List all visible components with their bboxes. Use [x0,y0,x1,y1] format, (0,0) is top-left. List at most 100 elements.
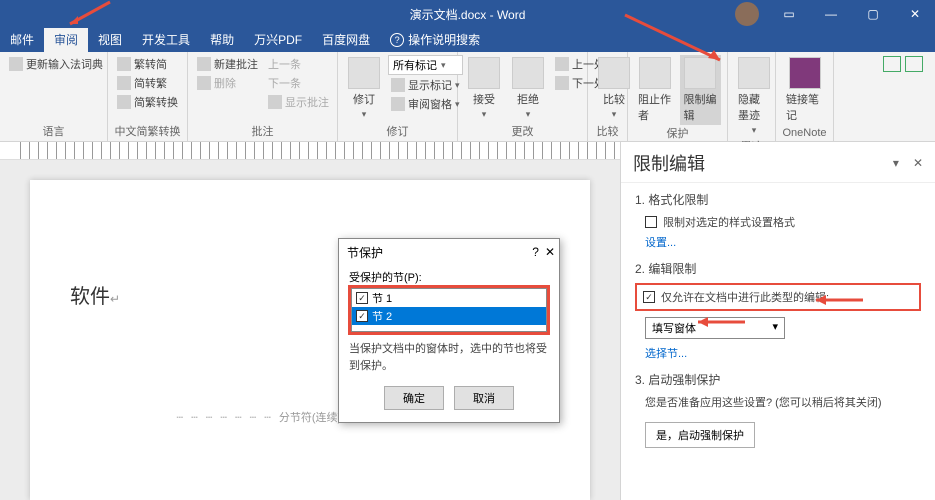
accept-change[interactable]: 接受▾ [464,55,504,123]
prev-comment[interactable]: 上一条 [265,55,332,73]
onenote-icon [789,57,821,89]
pane-dropdown-icon[interactable]: ▾ [893,156,899,170]
bulb-icon: ? [390,33,404,47]
sections-listbox[interactable]: ✓节 1 ✓节 2 [351,288,547,332]
dialog-title-text: 节保护 [347,244,383,261]
ribbon-display-options-icon[interactable]: ▭ [769,0,809,28]
next-comment[interactable]: 下一条 [265,74,332,92]
sec2-heading: 2. 编辑限制 [635,260,921,277]
editing-restrictions-section: 2. 编辑限制 ✓仅允许在文档中进行此类型的编辑: 填写窗体▾ 选择节... [635,260,921,361]
reject-change[interactable]: 拒绝▾ [508,55,548,123]
checkbox-icon[interactable]: ✓ [356,310,368,322]
group-chinese-label: 中文简繁转换 [114,123,181,141]
conv-icon [117,57,131,71]
tab-view[interactable]: 视图 [88,27,132,52]
group-compare: 比较▾ 比较 [588,52,628,141]
protected-sections-label: 受保护的节(P): [349,269,549,285]
simp-trad-conv[interactable]: 简繁转换 [114,93,181,111]
tab-wanxing-pdf[interactable]: 万兴PDF [244,27,312,52]
new-comment[interactable]: 新建批注 [194,55,261,73]
markup-display-combo[interactable]: 所有标记▾ [388,55,463,75]
reject-icon [512,57,544,89]
tell-me-search[interactable]: ? 操作说明搜索 [380,27,490,52]
tab-help[interactable]: 帮助 [200,27,244,52]
ink-icon [738,57,770,89]
group-compare-label: 比较 [594,123,621,141]
linked-notes[interactable]: 链接笔记 [782,55,827,127]
sec3-heading: 3. 启动强制保护 [635,371,921,388]
comment-icon [197,57,211,71]
block-authors[interactable]: 阻止作者 [634,55,676,125]
group-changes-label: 更改 [464,123,581,141]
group-comments-label: 批注 [194,123,331,141]
group-protect-label: 保护 [634,125,721,143]
group-tracking-label: 修订 [344,123,451,141]
group-onenote-label: OneNote [782,127,827,141]
window-controls: ▭ ― ▢ ✕ [735,0,935,28]
dialog-close-icon[interactable]: ✕ [545,245,555,259]
pane-header: 限制编辑 ▾ ✕ [621,142,935,183]
group-comments: 新建批注 删除 上一条 下一条 显示批注 批注 [188,52,338,141]
dialog-note: 当保护文档中的窗体时，选中的节也将受到保护。 [349,341,549,374]
delete-comment[interactable]: 删除 [194,74,261,92]
tell-me-label: 操作说明搜索 [408,31,480,48]
section-item-1[interactable]: ✓节 1 [352,289,546,307]
pane-icon [391,97,405,111]
show-markup[interactable]: 显示标记▾ [388,76,463,94]
accept-icon [468,57,500,89]
share-icon[interactable] [883,56,901,72]
cancel-button[interactable]: 取消 [454,386,514,410]
group-ink: 隐藏墨迹▾ 墨迹 [728,52,776,141]
checkbox-icon[interactable] [645,216,657,228]
group-language-label: 语言 [6,123,101,141]
track-changes[interactable]: 修订 ▾ [344,55,384,123]
pane-close-icon[interactable]: ✕ [913,156,923,170]
restrict-icon [684,57,716,89]
checkbox-icon[interactable]: ✓ [356,292,368,304]
chevron-down-icon: ▾ [441,60,446,71]
group-tracking: 修订 ▾ 所有标记▾ 显示标记▾ 审阅窗格▾ 修订 [338,52,458,141]
track-icon [348,57,380,89]
editing-type-combo[interactable]: 填写窗体▾ [645,317,785,339]
share-collab-icons [883,56,923,72]
dialog-help-icon[interactable]: ? [532,245,539,259]
allow-editing-checkbox[interactable]: ✓仅允许在文档中进行此类型的编辑: [643,289,913,305]
delete-icon [197,76,211,90]
comments-share-icon[interactable] [905,56,923,72]
ok-button[interactable]: 确定 [384,386,444,410]
formatting-restrictions-section: 1. 格式化限制 限制对选定的样式设置格式 设置... [635,191,921,250]
compare-icon [598,57,630,89]
simp-to-trad[interactable]: 繁转简 [114,55,181,73]
limit-formatting-checkbox[interactable]: 限制对选定的样式设置格式 [645,214,921,230]
restrict-editing-button[interactable]: 限制编辑 [680,55,722,125]
formatting-settings-link[interactable]: 设置... [645,234,921,250]
show-comments[interactable]: 显示批注 [265,93,332,111]
checkbox-icon[interactable]: ✓ [643,291,655,303]
maximize-icon[interactable]: ▢ [853,0,893,28]
dialog-titlebar[interactable]: 节保护 ? ✕ [339,239,559,265]
title-bar: 演示文档.docx - Word ▭ ― ▢ ✕ [0,0,935,28]
tab-review[interactable]: 审阅 [44,27,88,52]
update-ime-dict[interactable]: 更新输入法词典 [6,55,106,73]
reviewing-pane[interactable]: 审阅窗格▾ [388,95,463,113]
tab-mail[interactable]: 邮件 [0,27,44,52]
ribbon-tabs: 邮件 审阅 视图 开发工具 帮助 万兴PDF 百度网盘 ? 操作说明搜索 [0,28,935,52]
show-icon [268,95,282,109]
start-enforcement-button[interactable]: 是，启动强制保护 [645,422,755,448]
ime-icon [9,57,23,71]
sec1-heading: 1. 格式化限制 [635,191,921,208]
pane-title-text: 限制编辑 [633,150,705,176]
chevron-down-icon: ▾ [362,109,367,120]
tab-developer[interactable]: 开发工具 [132,27,200,52]
group-onenote: 链接笔记 OneNote [776,52,834,141]
hide-ink[interactable]: 隐藏墨迹▾ [734,55,774,138]
select-sections-link[interactable]: 选择节... [645,345,921,361]
chevron-down-icon: ▾ [772,320,778,336]
trad-to-simp[interactable]: 简转繁 [114,74,181,92]
minimize-icon[interactable]: ― [811,0,851,28]
user-avatar[interactable] [735,2,759,26]
close-icon[interactable]: ✕ [895,0,935,28]
section-item-2[interactable]: ✓节 2 [352,307,546,325]
document-title: 演示文档.docx - Word [410,6,526,23]
tab-baidu-netdisk[interactable]: 百度网盘 [312,27,380,52]
